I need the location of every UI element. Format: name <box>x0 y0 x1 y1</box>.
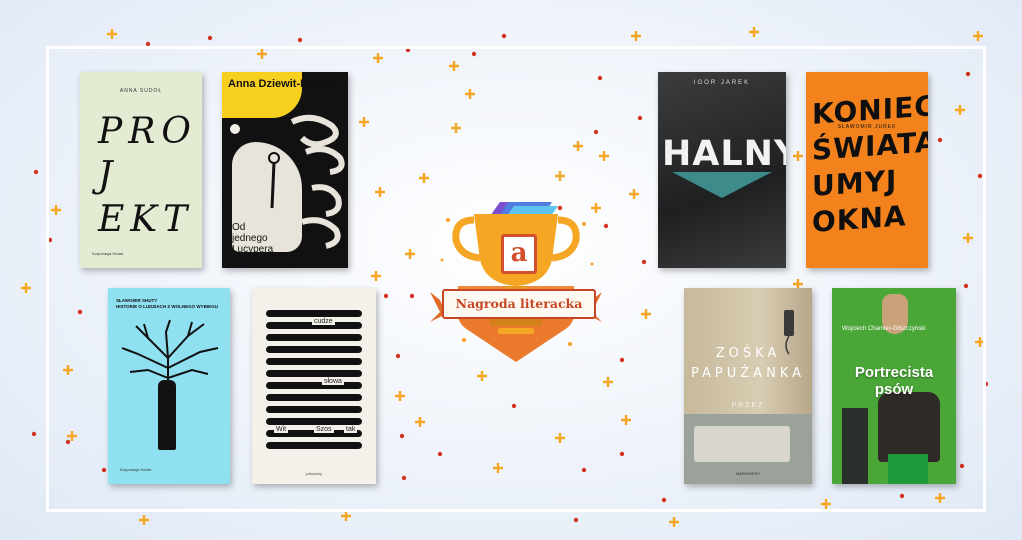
book-cover-portrecista-psow[interactable]: Wojciech Chamier-Gliszczyński Portrecist… <box>832 288 956 484</box>
redaction-bar <box>266 442 362 449</box>
redaction-bar <box>266 406 362 413</box>
book-cover-halny[interactable]: IGOR JAREK HALNY <box>658 72 786 268</box>
man-silhouette-illustration <box>158 380 176 450</box>
visible-word: tak <box>344 426 358 433</box>
book-title: HALNY <box>662 134 786 174</box>
redaction-bar <box>266 358 362 365</box>
sparkle-plus-icon <box>21 283 31 293</box>
confetti-dot <box>501 33 507 39</box>
sparkle-plus-icon <box>749 27 759 37</box>
book-author: Anna Dziewit-Meller <box>228 78 332 90</box>
teal-triangle-illustration <box>672 172 772 198</box>
redaction-bar <box>266 346 362 353</box>
trophy-icon <box>430 202 602 362</box>
book-publisher: Korporacja Ha!art <box>120 467 152 472</box>
visible-word: słowa <box>322 378 344 385</box>
visible-word: cudze <box>312 318 335 325</box>
redaction-bar <box>266 418 362 425</box>
green-trousers-illustration <box>888 454 928 484</box>
book-publisher: Korporacja Ha!art <box>92 251 124 256</box>
book-title: Portrecista psów <box>854 364 934 398</box>
pedestal-illustration <box>842 408 868 484</box>
sparkle-plus-icon <box>341 511 351 521</box>
book-title: PRO J EKT <box>98 111 197 240</box>
visible-word: Szos <box>314 426 334 433</box>
confetti-dot <box>31 431 37 437</box>
literary-award-badge: a Nagroda literacka <box>428 190 604 372</box>
book-cover-przez[interactable]: ZOŚKA PAPUŻANKA PRZEZ MARGINESY <box>684 288 812 484</box>
book-author: ZOŚKA PAPUŻANKA <box>691 346 805 381</box>
book-cover-historie-o-ludziach[interactable]: SŁAWOMIR SHUTY HISTORIE O LUDZIACH Z WOL… <box>108 288 230 484</box>
book-publisher: półwysep <box>305 471 323 476</box>
book-author: ANNA SUDOŁ <box>119 88 163 94</box>
book-title: KONIEC ŚWIATA, UMYJ OKNA <box>812 89 928 239</box>
sparkle-plus-icon <box>631 31 641 41</box>
book-title: Od jednego Lucypera <box>232 222 274 255</box>
book-cover-cudze-slowa[interactable]: cudze słowa Wit Szos tak półwysep <box>252 288 376 484</box>
award-label: Nagroda literacka <box>442 289 596 319</box>
confetti-dot <box>573 517 579 523</box>
confetti-dot <box>33 169 39 175</box>
book-author: SŁAWOMIR SHUTY HISTORIE O LUDZIACH Z WOL… <box>116 298 218 309</box>
redaction-bar <box>266 394 362 401</box>
book-author: Wojciech Chamier-Gliszczyński <box>842 326 926 332</box>
book-author: SŁAWOMIR JUREK <box>837 124 897 130</box>
bed-illustration <box>694 426 790 462</box>
redaction-bar <box>266 382 362 389</box>
confetti-dot <box>207 35 213 41</box>
sparkle-plus-icon <box>107 29 117 39</box>
sparkle-plus-icon <box>139 515 149 525</box>
redaction-bar <box>266 310 362 317</box>
book-author: IGOR JAREK <box>693 80 751 86</box>
site-logo-icon: a <box>501 234 537 274</box>
book-publisher: MARGINESY <box>735 471 760 476</box>
book-cover-koniec-swiata[interactable]: KONIEC ŚWIATA, UMYJ OKNA SŁAWOMIR JUREK <box>806 72 928 268</box>
book-title: PRZEZ <box>731 402 765 409</box>
sparkle-plus-icon <box>973 31 983 41</box>
confetti-dot <box>297 37 303 43</box>
visible-word: Wit <box>274 426 289 433</box>
book-cover-projekt[interactable]: ANNA SUDOŁ PRO J EKT Korporacja Ha!art <box>80 72 202 268</box>
book-cover-od-jednego-lucypera[interactable]: Anna Dziewit-Meller Od jednego Lucypera <box>222 72 348 268</box>
coat-illustration <box>878 392 940 462</box>
sparkle-plus-icon <box>669 517 679 527</box>
redaction-bar <box>266 370 362 377</box>
redaction-bar <box>266 334 362 341</box>
